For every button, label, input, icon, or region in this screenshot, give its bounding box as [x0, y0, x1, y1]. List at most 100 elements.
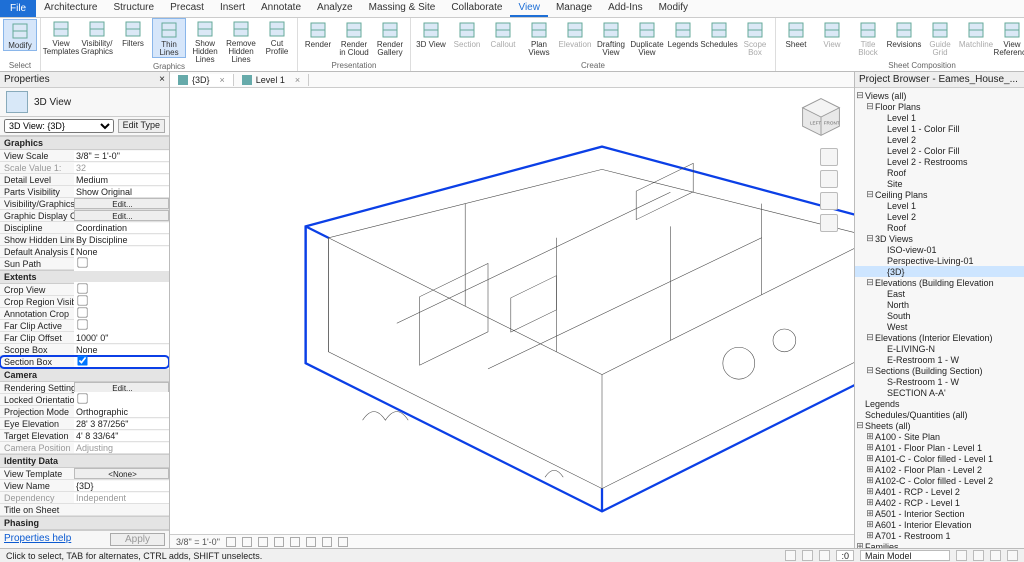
ribbon-rendergallery-button[interactable]: Render Gallery	[373, 19, 407, 57]
ribbon-schedules-button[interactable]: Schedules	[702, 19, 736, 49]
prop-visibilitygraphicsoverr[interactable]: Visibility/Graphics Overr...Edit...	[0, 198, 169, 210]
ribbon-render-button[interactable]: Render	[301, 19, 335, 49]
nav-wheel-icon[interactable]	[820, 148, 838, 166]
ribbon-modify-button[interactable]: Modify	[3, 19, 37, 51]
tree-node[interactable]: ⊞Families	[855, 541, 1024, 548]
tree-node[interactable]: ⊟3D Views	[855, 233, 1024, 244]
select-links-icon[interactable]	[785, 550, 796, 561]
close-icon[interactable]: ×	[295, 75, 300, 85]
prop-discipline[interactable]: DisciplineCoordination	[0, 222, 169, 234]
prop-dependency[interactable]: DependencyIndependent	[0, 492, 169, 504]
tree-node[interactable]: ⊞A601 - Interior Elevation	[855, 519, 1024, 530]
tree-node[interactable]: E-Restroom 1 - W	[855, 354, 1024, 365]
tree-twisty-icon[interactable]: ⊟	[865, 189, 875, 200]
tree-node[interactable]: ⊟Sheets (all)	[855, 420, 1024, 431]
tree-twisty-icon[interactable]: ⊟	[865, 101, 875, 112]
menu-item-massingsite[interactable]: Massing & Site	[361, 0, 444, 17]
view-tab-3d[interactable]: {3D}×	[170, 74, 234, 86]
prop-sectionbox[interactable]: Section Box	[0, 356, 169, 368]
edit-type-button[interactable]: Edit Type	[118, 119, 165, 133]
tree-node[interactable]: ⊟Ceiling Plans	[855, 189, 1024, 200]
ribbon-filters-button[interactable]: Filters	[116, 18, 150, 48]
3d-canvas[interactable]: LEFT FRONT	[170, 88, 854, 534]
ribbon-duplicateview-button[interactable]: Duplicate View	[630, 19, 664, 57]
tree-node[interactable]: Site	[855, 178, 1024, 189]
tree-twisty-icon[interactable]: ⊞	[865, 486, 875, 497]
menu-item-precast[interactable]: Precast	[162, 0, 212, 17]
ribbon-revisions-button[interactable]: Revisions	[887, 19, 921, 49]
tree-node[interactable]: ⊞A102 - Floor Plan - Level 2	[855, 464, 1024, 475]
orbit-icon[interactable]	[820, 214, 838, 232]
prop-viewscale[interactable]: View Scale3/8" = 1'-0"	[0, 150, 169, 162]
tree-node[interactable]: Perspective-Living-01	[855, 255, 1024, 266]
prop-cameraposition[interactable]: Camera PositionAdjusting	[0, 442, 169, 454]
ribbon-renderincloud-button[interactable]: Render in Cloud	[337, 19, 371, 57]
tree-twisty-icon[interactable]: ⊞	[865, 431, 875, 442]
editable-only-icon[interactable]	[956, 550, 967, 561]
view-tab-level1[interactable]: Level 1×	[234, 74, 309, 86]
ribbon-sheet-button[interactable]: Sheet	[779, 19, 813, 49]
tree-twisty-icon[interactable]: ⊞	[865, 508, 875, 519]
select-pinned-icon[interactable]	[819, 550, 830, 561]
menu-item-collaborate[interactable]: Collaborate	[443, 0, 510, 17]
tree-node[interactable]: E-LIVING-N	[855, 343, 1024, 354]
ribbon-legends-button[interactable]: Legends	[666, 19, 700, 49]
tree-twisty-icon[interactable]: ⊞	[865, 475, 875, 486]
ribbon-draftingview-button[interactable]: Drafting View	[594, 19, 628, 57]
tree-twisty-icon[interactable]: ⊟	[865, 332, 875, 343]
menu-item-architecture[interactable]: Architecture	[36, 0, 105, 17]
selection-count[interactable]: :0	[836, 550, 854, 561]
tree-node[interactable]: ⊞A101-C - Color filled - Level 1	[855, 453, 1024, 464]
tree-node[interactable]: ⊞A102-C - Color filled - Level 2	[855, 475, 1024, 486]
tree-node[interactable]: East	[855, 288, 1024, 299]
prop-sunpath[interactable]: Sun Path	[0, 258, 169, 270]
crop-icon[interactable]	[306, 537, 316, 547]
ribbon-planviews-button[interactable]: Plan Views	[522, 19, 556, 57]
prop-farclipoffset[interactable]: Far Clip Offset1000' 0"	[0, 332, 169, 344]
ribbon-dview-button[interactable]: 3D View	[414, 19, 448, 49]
ribbon-removehiddenlines-button[interactable]: Remove Hidden Lines	[224, 18, 258, 64]
tree-twisty-icon[interactable]: ⊞	[855, 541, 865, 548]
tree-twisty-icon[interactable]: ⊟	[865, 233, 875, 244]
tree-twisty-icon[interactable]: ⊞	[865, 453, 875, 464]
menu-item-insert[interactable]: Insert	[212, 0, 253, 17]
select-underlay-icon[interactable]	[802, 550, 813, 561]
sun-path-icon[interactable]	[258, 537, 268, 547]
menu-item-view[interactable]: View	[510, 0, 548, 17]
tree-node[interactable]: ⊞A101 - Floor Plan - Level 1	[855, 442, 1024, 453]
tree-node[interactable]: ⊟Sections (Building Section)	[855, 365, 1024, 376]
sync-icon[interactable]	[1007, 550, 1018, 561]
prop-titleonsheet[interactable]: Title on Sheet	[0, 504, 169, 516]
type-selector[interactable]: 3D View: {3D}	[4, 119, 114, 133]
ribbon-viewtemplates-button[interactable]: View Templates	[44, 18, 78, 56]
hide-icon[interactable]	[322, 537, 332, 547]
tree-node[interactable]: ⊞A701 - Restroom 1	[855, 530, 1024, 541]
visual-style-icon[interactable]	[242, 537, 252, 547]
tree-node[interactable]: {3D}	[855, 266, 1024, 277]
menu-item-modify[interactable]: Modify	[651, 0, 696, 17]
prop-targetelevation[interactable]: Target Elevation4' 8 33/64"	[0, 430, 169, 442]
view-cube[interactable]: LEFT FRONT	[798, 94, 844, 140]
prop-eyeelevation[interactable]: Eye Elevation28' 3 87/256"	[0, 418, 169, 430]
shadows-icon[interactable]	[274, 537, 284, 547]
tree-node[interactable]: ⊟Views (all)	[855, 90, 1024, 101]
tree-twisty-icon[interactable]: ⊟	[865, 365, 875, 376]
tree-node[interactable]: ⊟Floor Plans	[855, 101, 1024, 112]
menu-item-addins[interactable]: Add-Ins	[600, 0, 650, 17]
workset-field[interactable]: Main Model	[860, 550, 950, 561]
tree-node[interactable]: ⊟Elevations (Building Elevation	[855, 277, 1024, 288]
tree-twisty-icon[interactable]: ⊟	[865, 277, 875, 288]
tree-node[interactable]: West	[855, 321, 1024, 332]
menu-item-manage[interactable]: Manage	[548, 0, 600, 17]
tree-node[interactable]: Level 2 - Restrooms	[855, 156, 1024, 167]
reveal-icon[interactable]	[338, 537, 348, 547]
prop-showhiddenlines[interactable]: Show Hidden LinesBy Discipline	[0, 234, 169, 246]
apply-button[interactable]: Apply	[110, 533, 165, 546]
tree-node[interactable]: ISO-view-01	[855, 244, 1024, 255]
menu-item-structure[interactable]: Structure	[105, 0, 162, 17]
tree-node[interactable]: Level 2	[855, 134, 1024, 145]
tree-node[interactable]: SECTION A-A'	[855, 387, 1024, 398]
render-icon[interactable]	[290, 537, 300, 547]
prop-projectionmode[interactable]: Projection ModeOrthographic	[0, 406, 169, 418]
ribbon-visibilitygraphics-button[interactable]: Visibility/ Graphics	[80, 18, 114, 56]
